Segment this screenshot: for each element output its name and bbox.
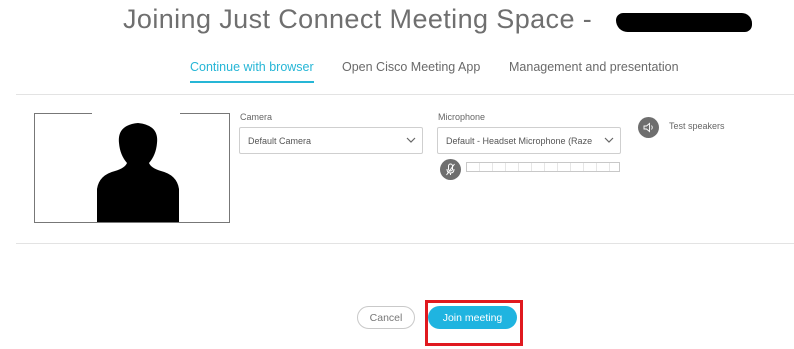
microphone-mute-button[interactable] [440, 159, 461, 180]
microphone-select[interactable]: Default - Headset Microphone (Raze [437, 127, 621, 154]
camera-label: Camera [240, 112, 273, 122]
microphone-select-value: Default - Headset Microphone (Raze [446, 136, 593, 146]
tab-open-cisco-meeting-app[interactable]: Open Cisco Meeting App [342, 60, 480, 74]
join-meeting-button[interactable]: Join meeting [428, 306, 517, 329]
test-speakers-label: Test speakers [669, 121, 725, 131]
microphone-level-meter [466, 162, 620, 172]
camera-select[interactable]: Default Camera [239, 127, 423, 154]
divider-top [16, 94, 794, 95]
camera-select-value: Default Camera [248, 136, 312, 146]
tab-management-and-presentation[interactable]: Management and presentation [509, 60, 679, 74]
person-silhouette-icon [97, 123, 179, 222]
tab-continue-with-browser[interactable]: Continue with browser [190, 60, 314, 83]
tab-bar: Continue with browser Open Cisco Meeting… [0, 60, 794, 84]
microphone-label: Microphone [438, 112, 486, 122]
chevron-down-icon [406, 137, 416, 143]
camera-preview [34, 113, 230, 223]
page-title: Joining Just Connect Meeting Space - [123, 4, 593, 34]
divider-bottom [16, 243, 794, 244]
cancel-button[interactable]: Cancel [357, 306, 415, 329]
speaker-icon [643, 122, 653, 133]
test-speakers-button[interactable] [638, 117, 659, 138]
microphone-muted-icon [446, 163, 455, 176]
chevron-down-icon [604, 137, 614, 143]
redacted-meeting-id [616, 13, 752, 32]
